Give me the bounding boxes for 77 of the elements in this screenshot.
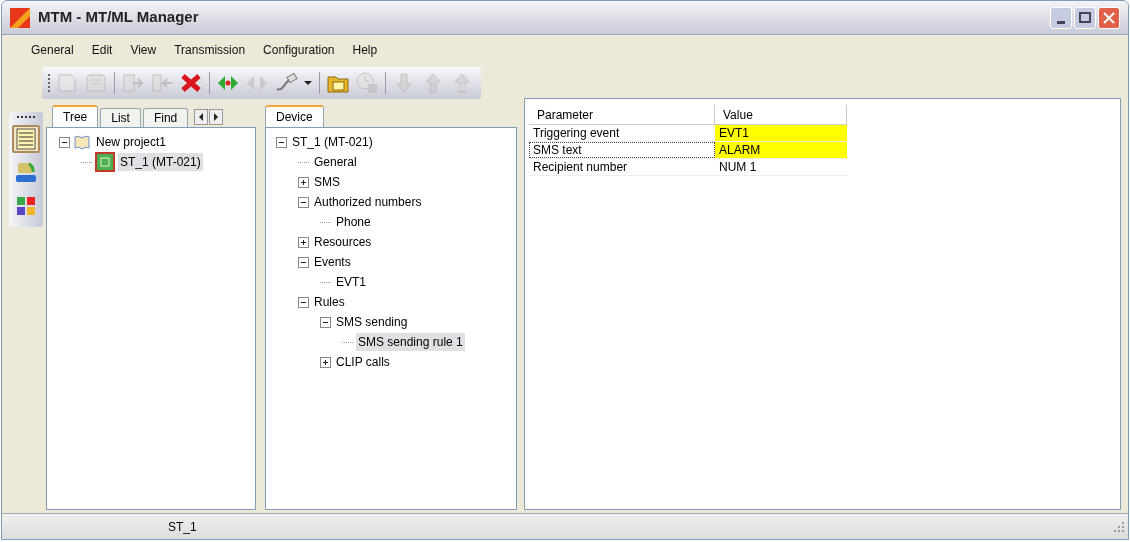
- page-icon: [55, 71, 79, 95]
- document-arrow-icon: [150, 71, 174, 95]
- tab[interactable]: Tree: [52, 105, 99, 127]
- side-rail-button[interactable]: [12, 125, 40, 153]
- expander[interactable]: [298, 256, 309, 268]
- expand-icon: [298, 176, 309, 188]
- maximize-icon: [1079, 12, 1091, 23]
- tree-item[interactable]: New project1: [94, 133, 169, 151]
- rail-grip-icon: [16, 116, 36, 119]
- tree-item[interactable]: ST_1 (MT-021): [118, 153, 203, 171]
- window-title: MTM - MT/ML Manager: [38, 7, 199, 28]
- table-cell: EVT1: [715, 125, 847, 141]
- expand-icon: [298, 236, 309, 248]
- expand-icon: [320, 356, 331, 368]
- toolbar-grip-icon: [48, 73, 51, 93]
- table-cell-text: NUM 1: [718, 159, 758, 175]
- right-arrow-icon: [212, 111, 221, 123]
- clock-icon: [355, 71, 379, 95]
- minimize-icon: [1057, 20, 1065, 24]
- close-button[interactable]: [1098, 6, 1120, 29]
- tab[interactable]: Find: [142, 108, 189, 127]
- menu-item[interactable]: Help: [343, 41, 387, 59]
- collapse-icon: [320, 316, 331, 328]
- menu-item[interactable]: Configuration: [254, 41, 344, 59]
- menu-item[interactable]: General: [22, 41, 83, 59]
- tree-item[interactable]: Phone: [334, 213, 373, 231]
- dropdown-caret-icon: [304, 81, 312, 85]
- collapse-icon: [59, 136, 70, 148]
- collapse-icon: [298, 196, 309, 208]
- device-icon: [95, 152, 115, 172]
- arc-logo-icon: [15, 161, 37, 185]
- tree-item[interactable]: Resources: [312, 233, 374, 251]
- expander[interactable]: [298, 176, 309, 188]
- tree-item[interactable]: SMS: [312, 173, 342, 191]
- expander[interactable]: [320, 356, 331, 368]
- menu-item[interactable]: Transmission: [165, 41, 255, 59]
- tab[interactable]: List: [100, 108, 141, 127]
- book-icon: [73, 134, 91, 150]
- collapse-icon: [276, 136, 287, 148]
- table-cell-text: Recipient number: [532, 159, 629, 175]
- tab[interactable]: Device: [265, 105, 324, 127]
- expander[interactable]: [59, 136, 70, 148]
- maximize-button[interactable]: [1074, 6, 1096, 29]
- app-logo-icon: [10, 7, 30, 28]
- delete-icon: [179, 71, 203, 95]
- resize-grip-icon: [1114, 521, 1124, 532]
- column-header[interactable]: Value: [715, 105, 847, 124]
- list-panel-icon: [15, 127, 37, 151]
- document-arrow-icon: [121, 71, 145, 95]
- menu-item[interactable]: View: [121, 41, 166, 59]
- left-arrow-icon: [197, 111, 206, 123]
- menu-item[interactable]: Edit: [82, 41, 122, 59]
- expander[interactable]: [320, 316, 331, 328]
- expander[interactable]: [298, 196, 309, 208]
- tree-item[interactable]: ST_1 (MT-021): [290, 133, 375, 151]
- close-icon: [1103, 11, 1115, 24]
- tree-item[interactable]: General: [312, 153, 359, 171]
- column-header[interactable]: Parameter: [529, 105, 715, 124]
- tree-item[interactable]: SMS sending rule 1: [356, 333, 465, 351]
- minimize-button[interactable]: [1050, 6, 1072, 29]
- tree-item[interactable]: SMS sending: [334, 313, 410, 331]
- table-cell-text: Triggering event: [532, 125, 621, 141]
- scroll-left-button[interactable]: [194, 109, 209, 125]
- collapse-icon: [298, 296, 309, 308]
- tree-item[interactable]: Rules: [312, 293, 347, 311]
- tree-item[interactable]: CLIP calls: [334, 353, 392, 371]
- table-cell: SMS text: [529, 142, 715, 158]
- tree-item[interactable]: Authorized numbers: [312, 193, 424, 211]
- expander[interactable]: [298, 296, 309, 308]
- expander[interactable]: [298, 236, 309, 248]
- table-cell: ALARM: [715, 142, 847, 158]
- tree-item[interactable]: Events: [312, 253, 353, 271]
- status-text: ST_1: [168, 518, 197, 536]
- scroll-right-button[interactable]: [209, 109, 224, 125]
- tree-item[interactable]: EVT1: [334, 273, 368, 291]
- collapse-icon: [298, 256, 309, 268]
- expander[interactable]: [276, 136, 287, 148]
